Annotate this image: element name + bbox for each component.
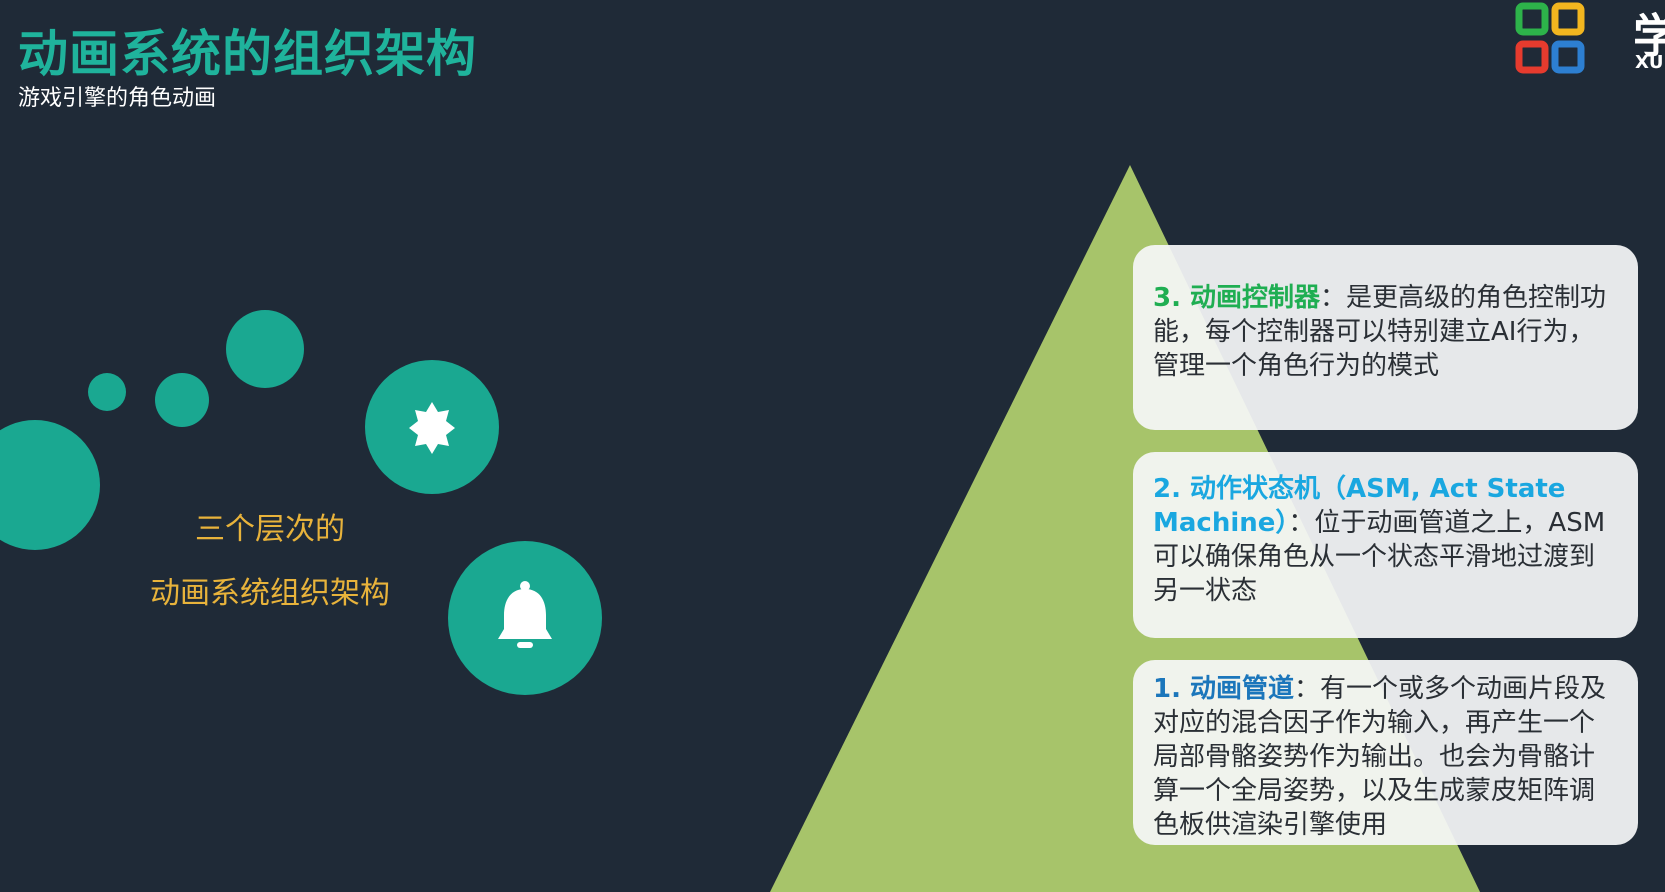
bubble-small-2	[155, 373, 209, 427]
section-caption: 三个层次的 动画系统组织架构	[110, 498, 430, 626]
bubble-bell	[448, 541, 602, 695]
card-animation-pipeline: 1. 动画管道：有一个或多个动画片段及对应的混合因子作为输入，再产生一个局部骨骼…	[1133, 660, 1638, 845]
caption-line-1: 三个层次的	[195, 512, 345, 547]
logo-subtext: XU	[1635, 52, 1664, 73]
bubble-small-1	[88, 373, 126, 411]
page-subtitle: 游戏引擎的角色动画	[18, 86, 217, 111]
page-title: 动画系统的组织架构	[18, 25, 477, 83]
bubble-badge	[365, 360, 499, 494]
bell-icon	[498, 581, 552, 648]
card-animation-controller: 3. 动画控制器：是更高级的角色控制功能，每个控制器可以特别建立AI行为，管理一…	[1133, 245, 1638, 430]
card-lead: 1. 动画管道	[1153, 674, 1295, 704]
card-lead: 3. 动画控制器	[1153, 283, 1321, 313]
caption-line-2: 动画系统组织架构	[150, 576, 390, 611]
card-action-state-machine: 2. 动作状态机（ASM, Act State Machine）：位于动画管道之…	[1133, 452, 1638, 638]
bubble-medium-top	[226, 310, 304, 388]
badge-icon	[409, 402, 455, 454]
